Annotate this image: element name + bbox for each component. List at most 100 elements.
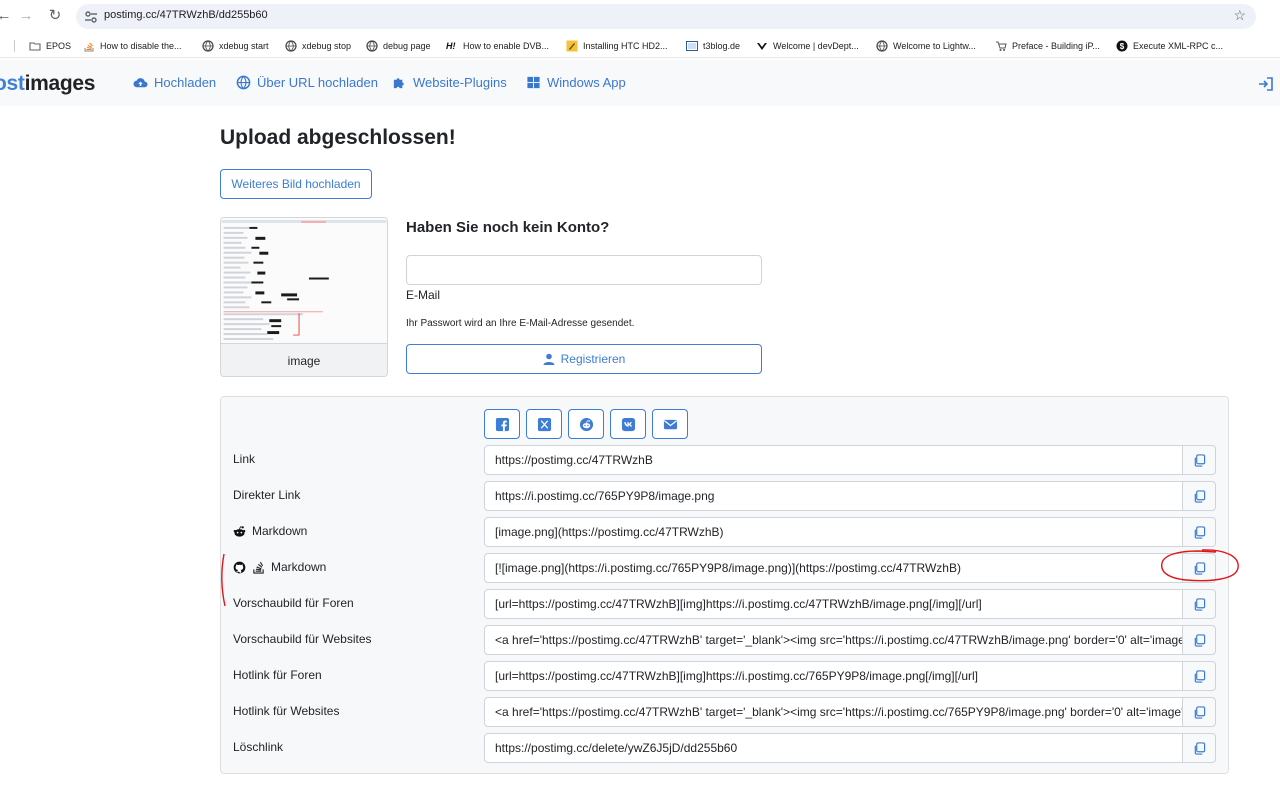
password-note: Ihr Passwort wird an Ihre E-Mail-Adresse… xyxy=(406,318,635,329)
link-field[interactable]: [image.png](https://postimg.cc/47TRWzhB) xyxy=(484,517,1183,547)
nav-hochladen[interactable]: Hochladen xyxy=(133,75,216,90)
forward-icon[interactable]: → xyxy=(16,6,36,26)
share-facebook-button[interactable] xyxy=(484,409,520,439)
link-field[interactable]: [url=https://postimg.cc/47TRWzhB][img]ht… xyxy=(484,589,1183,619)
link-label-text: Markdown xyxy=(252,524,308,538)
copy-button[interactable] xyxy=(1182,553,1216,583)
nav-website-plugins[interactable]: Website-Plugins xyxy=(392,75,507,90)
copy-button[interactable] xyxy=(1182,517,1216,547)
copy-button[interactable] xyxy=(1182,481,1216,511)
postimages-logo[interactable]: ostimages xyxy=(0,72,95,96)
bookmark-label: Installing HTC HD2... xyxy=(583,41,668,51)
image-thumbnail[interactable] xyxy=(221,218,387,344)
folder-icon xyxy=(29,42,41,51)
link-field[interactable]: https://i.postimg.cc/765PY9P8/image.png xyxy=(484,481,1183,511)
bookmark-item[interactable]: Preface - Building iP... xyxy=(995,38,1100,54)
bookmark-item[interactable]: Installing HTC HD2... xyxy=(566,38,668,54)
link-row: Vorschaubild für Websites <a href='https… xyxy=(221,625,1228,655)
image-thumbnail-card[interactable]: image xyxy=(220,217,388,377)
reddit-icon xyxy=(579,417,593,431)
back-icon[interactable]: ← xyxy=(0,6,14,26)
share-links-panel: Link https://postimg.cc/47TRWzhB Direkte… xyxy=(220,396,1229,774)
bookmark-item[interactable]: H! How to enable DVB... xyxy=(446,38,549,54)
puzzle-icon xyxy=(393,78,404,89)
link-row: Direkter Link https://i.postimg.cc/765PY… xyxy=(221,481,1228,511)
github-icon xyxy=(233,561,246,573)
link-field[interactable]: [![image.png](https://i.postimg.cc/765PY… xyxy=(484,553,1183,583)
site-settings-icon[interactable] xyxy=(84,10,98,24)
link-row: Markdown [image.png](https://postimg.cc/… xyxy=(221,517,1228,547)
link-field[interactable]: https://postimg.cc/47TRWzhB xyxy=(484,445,1183,475)
globe-icon xyxy=(876,40,888,52)
copy-icon xyxy=(1194,633,1205,647)
bookmark-label: debug page xyxy=(383,41,431,51)
upload-another-button[interactable]: Weiteres Bild hochladen xyxy=(220,169,372,199)
copy-button[interactable] xyxy=(1182,589,1216,619)
bookmark-star-icon[interactable]: ☆ xyxy=(1233,7,1246,24)
facebook-icon xyxy=(495,417,509,431)
link-field[interactable]: [url=https://postimg.cc/47TRWzhB][img]ht… xyxy=(484,661,1183,691)
link-row: Hotlink für Websites <a href='https://po… xyxy=(221,697,1228,727)
link-label-text: Markdown xyxy=(271,560,327,574)
nav-windows-app[interactable]: Windows App xyxy=(526,75,626,90)
link-field[interactable]: <a href='https://postimg.cc/47TRWzhB' ta… xyxy=(484,625,1183,655)
register-button[interactable]: Registrieren xyxy=(406,344,762,374)
bookmark-label: Preface - Building iP... xyxy=(1012,41,1100,51)
link-label: Link xyxy=(233,452,255,466)
nav-url-upload[interactable]: Über URL hochladen xyxy=(236,75,378,90)
bookmark-item[interactable]: debug page xyxy=(366,38,431,54)
bookmark-epos[interactable]: EPOS xyxy=(29,38,71,54)
share-vk-button[interactable] xyxy=(610,409,646,439)
address-bar[interactable]: postimg.cc/47TRWzhB/dd255b60 ☆ xyxy=(76,4,1256,29)
copy-icon xyxy=(1194,489,1205,503)
link-label: Hotlink für Foren xyxy=(233,668,322,682)
t3-icon xyxy=(686,41,698,51)
link-label: Direkter Link xyxy=(233,488,300,502)
copy-button[interactable] xyxy=(1182,733,1216,763)
site-navbar: ostimages Hochladen Über URL hochladen W… xyxy=(0,60,1280,106)
reddit-icon xyxy=(233,525,246,537)
copy-icon xyxy=(1194,669,1205,683)
share-x-button[interactable] xyxy=(526,409,562,439)
bookmark-item[interactable]: Welcome | devDept... xyxy=(756,38,859,54)
copy-icon xyxy=(1194,453,1205,467)
reload-icon[interactable]: ↻ xyxy=(45,6,65,26)
link-row: Vorschaubild für Foren [url=https://post… xyxy=(221,589,1228,619)
copy-icon xyxy=(1194,561,1205,575)
copy-icon xyxy=(1194,705,1205,719)
copy-button[interactable] xyxy=(1182,445,1216,475)
globe-icon xyxy=(202,40,214,52)
hi-icon: H! xyxy=(446,41,456,51)
bookmark-item[interactable]: $ Execute XML-RPC c... xyxy=(1116,38,1223,54)
login-icon[interactable] xyxy=(1258,76,1274,92)
link-label-text: Vorschaubild für Websites xyxy=(233,632,372,646)
link-field[interactable]: https://postimg.cc/delete/ywZ6J5jD/dd255… xyxy=(484,733,1183,763)
copy-icon xyxy=(1194,525,1205,539)
bookmark-label: t3blog.de xyxy=(703,41,741,51)
link-label-text: Löschlink xyxy=(233,740,284,754)
bookmark-label: Welcome to Lightw... xyxy=(893,41,976,51)
devdept-icon xyxy=(757,43,767,50)
register-label: Registrieren xyxy=(560,352,626,366)
browser-toolbar: ← → ↻ postimg.cc/47TRWzhB/dd255b60 ☆ xyxy=(0,0,1280,33)
copy-button[interactable] xyxy=(1182,697,1216,727)
bookmark-item[interactable]: How to disable the... xyxy=(83,38,182,54)
nav-label: Über URL hochladen xyxy=(257,75,378,90)
copy-button[interactable] xyxy=(1182,625,1216,655)
bookmark-item[interactable]: Welcome to Lightw... xyxy=(876,38,976,54)
link-label: Markdown xyxy=(233,560,326,574)
globe-icon xyxy=(366,40,378,52)
copy-button[interactable] xyxy=(1182,661,1216,691)
share-reddit-button[interactable] xyxy=(568,409,604,439)
email-input[interactable] xyxy=(406,255,762,285)
bookmark-label: EPOS xyxy=(46,41,72,51)
cart-icon xyxy=(996,41,1007,51)
share-email-button[interactable] xyxy=(652,409,688,439)
bookmark-item[interactable]: xdebug stop xyxy=(285,38,351,54)
dollar-icon: $ xyxy=(1116,40,1128,52)
bookmark-item[interactable]: t3blog.de xyxy=(686,38,740,54)
bookmark-item[interactable]: xdebug start xyxy=(202,38,269,54)
account-prompt-title: Haben Sie noch kein Konto? xyxy=(406,219,610,236)
bookmark-label: How to enable DVB... xyxy=(463,41,550,51)
link-field[interactable]: <a href='https://postimg.cc/47TRWzhB' ta… xyxy=(484,697,1183,727)
